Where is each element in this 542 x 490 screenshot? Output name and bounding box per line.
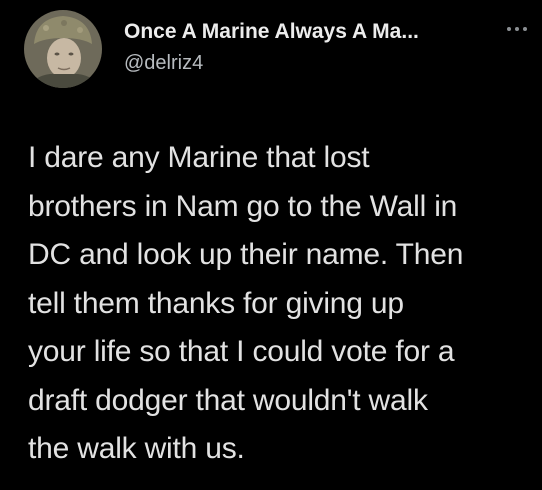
tweet-text-line: the walk with us. <box>28 432 245 465</box>
avatar[interactable] <box>24 10 102 88</box>
user-handle[interactable]: @delriz4 <box>124 52 203 75</box>
tweet-card: Once A Marine Always A Ma... @delriz4 I … <box>0 0 542 490</box>
display-name[interactable]: Once A Marine Always A Ma... <box>124 20 419 44</box>
avatar-photo-icon <box>24 10 102 88</box>
tweet-text: I dare any Marine that lost brothers in … <box>28 134 528 474</box>
tweet-text-line: I dare any Marine that lost <box>28 141 370 174</box>
tweet-text-line: your life so that I could vote for a <box>28 335 455 368</box>
more-dots-icon[interactable] <box>504 22 530 36</box>
tweet-text-line: DC and look up their name. Then <box>28 238 464 271</box>
tweet-text-line: draft dodger that wouldn't walk <box>28 383 428 417</box>
tweet-text-line: brothers in Nam go to the Wall in <box>28 189 458 223</box>
tweet-text-line: tell them thanks for giving up <box>28 286 404 320</box>
